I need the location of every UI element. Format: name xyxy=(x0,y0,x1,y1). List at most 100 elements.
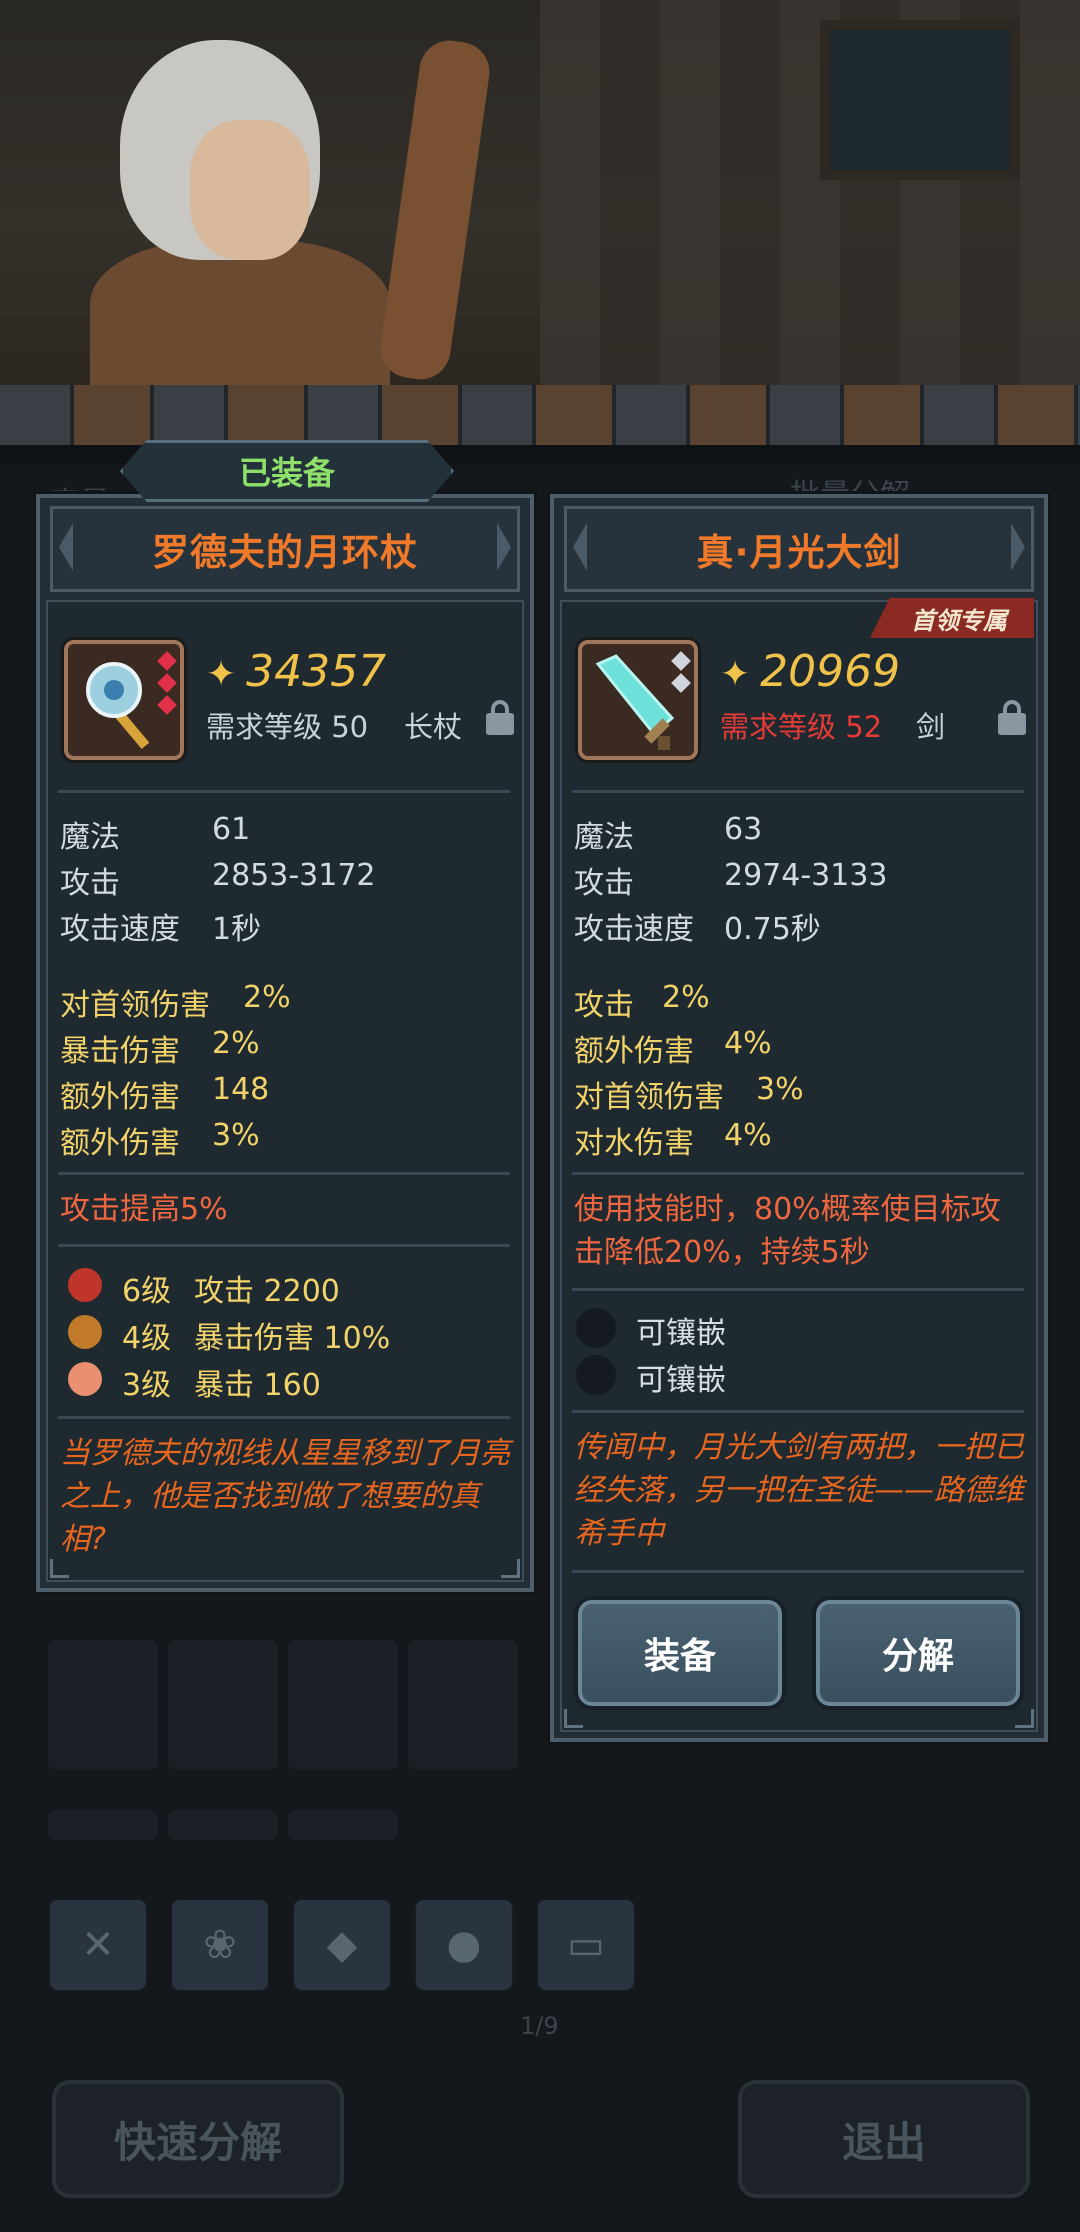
filter-material-button[interactable]: ● xyxy=(414,1898,514,1992)
divider xyxy=(58,1172,510,1175)
title-ornament xyxy=(573,523,587,571)
panel-corner xyxy=(1015,1709,1034,1728)
character-body xyxy=(90,240,390,400)
stat-value: 61 xyxy=(212,812,251,847)
bonus-value: 2% xyxy=(212,1026,260,1061)
bonus-value: 3% xyxy=(212,1118,260,1153)
inventory-slot xyxy=(168,1810,278,1840)
pink-gem-icon xyxy=(68,1362,102,1396)
divider xyxy=(572,1288,1024,1291)
stat-label: 攻击 xyxy=(574,866,634,901)
gem-effect: 攻击 2200 xyxy=(194,1274,340,1309)
price-display: ✦ 20969 xyxy=(720,646,900,697)
filter-chest-button[interactable]: ▭ xyxy=(536,1898,636,1992)
boss-exclusive-badge: 首领专属 xyxy=(870,598,1034,638)
amber-gem-icon xyxy=(68,1315,102,1349)
bonus-label: 额外伤害 xyxy=(60,1080,180,1115)
scene-ledge xyxy=(0,385,1080,445)
stat-label: 攻击速度 xyxy=(574,912,694,947)
bonus-value: 2% xyxy=(662,980,710,1015)
lock-icon[interactable] xyxy=(486,700,514,735)
quick-dismantle-button[interactable]: 快速分解 xyxy=(52,2080,344,2198)
divider xyxy=(572,790,1024,793)
filter-pet-button[interactable]: ❀ xyxy=(170,1898,270,1992)
bonus-value: 4% xyxy=(724,1118,772,1153)
item-type: 长杖 xyxy=(404,710,463,744)
stat-label: 魔法 xyxy=(60,820,120,855)
chest-icon: ▭ xyxy=(567,1922,605,1968)
panel-corner xyxy=(50,1559,69,1578)
equipped-item-title-bar: 罗德夫的月环杖 xyxy=(50,506,520,592)
stat-value: 2974-3133 xyxy=(724,858,888,893)
gem-level: 4级 xyxy=(122,1321,172,1356)
dismantle-button-label: 分解 xyxy=(881,1636,954,1677)
bonus-label: 对首领伤害 xyxy=(574,1080,724,1115)
staff-item-icon[interactable] xyxy=(64,640,184,760)
empty-socket-icon xyxy=(576,1308,616,1348)
gold-coin-icon: ✦ xyxy=(720,654,751,695)
special-effect: 攻击提高5% xyxy=(60,1192,228,1227)
socket-label: 可镶嵌 xyxy=(636,1363,726,1398)
ruby-gem-icon xyxy=(68,1268,102,1302)
divider xyxy=(58,1416,510,1419)
bonus-value: 4% xyxy=(724,1026,772,1061)
bonus-label: 攻击 xyxy=(574,988,634,1023)
level-requirement: 需求等级 52 xyxy=(720,710,883,744)
equipped-tag-label: 已装备 xyxy=(238,454,335,492)
boss-exclusive-label: 首领专属 xyxy=(911,606,1007,635)
equip-button[interactable]: 装备 xyxy=(574,1596,786,1710)
bonus-value: 2% xyxy=(243,980,291,1015)
dismantle-button[interactable]: 分解 xyxy=(812,1596,1024,1710)
bonus-label: 额外伤害 xyxy=(60,1126,180,1161)
room-window xyxy=(820,20,1020,180)
inventory-slot[interactable] xyxy=(288,1640,398,1770)
inventory-slot xyxy=(288,1810,398,1840)
stat-label: 攻击速度 xyxy=(60,912,180,947)
character-face xyxy=(190,120,310,260)
equipped-tag: 已装备 xyxy=(120,440,454,502)
divider xyxy=(572,1172,1024,1175)
equip-button-label: 装备 xyxy=(643,1636,716,1677)
level-requirement: 需求等级 50 xyxy=(206,710,369,744)
title-ornament xyxy=(1011,523,1025,571)
inventory-slot[interactable] xyxy=(168,1640,278,1770)
inventory-slot xyxy=(48,1810,158,1840)
inventory-slot[interactable] xyxy=(48,1640,158,1770)
special-effect: 使用技能时，80%概率使目标攻击降低20%，持续5秒 xyxy=(574,1192,1001,1270)
item-price: 20969 xyxy=(760,646,901,697)
character-arm xyxy=(376,36,494,384)
socket-label: 可镶嵌 xyxy=(636,1316,726,1351)
exit-label: 退出 xyxy=(841,2117,926,2167)
compare-item-title-bar: 真·月光大剑 xyxy=(564,506,1034,592)
bonus-label: 暴击伤害 xyxy=(60,1034,180,1069)
diamond-icon: ◆ xyxy=(326,1922,358,1968)
gem-effect: 暴击伤害 10% xyxy=(194,1321,391,1356)
stat-value: 0.75秒 xyxy=(724,912,821,947)
divider xyxy=(58,790,510,793)
stat-value: 1秒 xyxy=(212,912,262,947)
bonus-label: 对水伤害 xyxy=(574,1126,694,1161)
paw-icon: ❀ xyxy=(203,1922,237,1968)
exit-button[interactable]: 退出 xyxy=(738,2080,1030,2198)
item-lore: 传闻中，月光大剑有两把，一把已经失落，另一把在圣徒——路德维希手中 xyxy=(574,1430,1024,1551)
title-ornament xyxy=(59,523,73,571)
stat-value: 63 xyxy=(724,812,763,847)
equipped-item-name: 罗德夫的月环杖 xyxy=(152,531,418,574)
page-indicator: 1/9 xyxy=(520,2012,559,2040)
stat-label: 攻击 xyxy=(60,866,120,901)
filter-weapon-button[interactable]: ✕ xyxy=(48,1898,148,1992)
title-ornament xyxy=(497,523,511,571)
compare-item-body xyxy=(560,600,1038,1732)
stat-label: 魔法 xyxy=(574,820,634,855)
inventory-slot[interactable] xyxy=(408,1640,518,1770)
filter-gem-button[interactable]: ◆ xyxy=(292,1898,392,1992)
lock-body xyxy=(998,713,1026,735)
lock-body xyxy=(486,713,514,735)
stat-value: 2853-3172 xyxy=(212,858,376,893)
character-scene xyxy=(0,0,1080,400)
bonus-value: 148 xyxy=(212,1072,270,1107)
empty-socket-icon xyxy=(576,1355,616,1395)
lock-icon[interactable] xyxy=(998,700,1026,735)
sword-item-icon[interactable] xyxy=(578,640,698,760)
panel-corner xyxy=(501,1559,520,1578)
